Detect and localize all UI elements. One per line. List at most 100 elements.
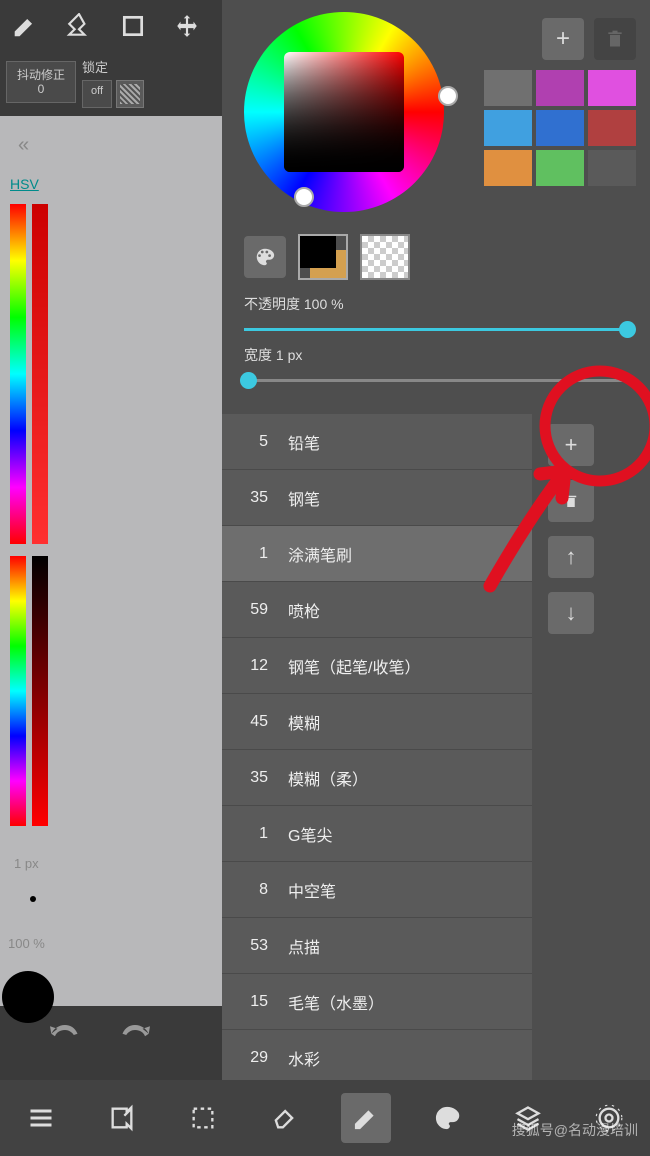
swatch[interactable] xyxy=(588,150,636,186)
opacity-value-label: 100 % xyxy=(8,936,45,951)
swatch[interactable] xyxy=(484,150,532,186)
swatch[interactable] xyxy=(588,70,636,106)
lock-alpha-button[interactable] xyxy=(116,80,144,108)
color-bars-upper xyxy=(10,204,48,544)
brush-name: 钢笔（起笔/收笔） xyxy=(288,654,516,678)
brush-dot-preview xyxy=(30,896,36,902)
palette-nav-button[interactable] xyxy=(422,1093,472,1143)
wheel-handle-outer[interactable] xyxy=(294,187,314,207)
brush-item[interactable]: 59喷枪 xyxy=(222,582,532,638)
fg-bg-preview[interactable] xyxy=(298,234,348,280)
brush-name: 喷枪 xyxy=(288,598,516,622)
correction-row: 抖动修正 0 锁定 off xyxy=(0,52,222,112)
move-down-button[interactable]: ↓ xyxy=(548,592,594,634)
correction-button[interactable]: 抖动修正 0 xyxy=(6,61,76,104)
swatch[interactable] xyxy=(536,70,584,106)
brush-size: 5 xyxy=(238,433,268,451)
brush-name: 模糊 xyxy=(288,710,516,734)
rect-tool-icon[interactable] xyxy=(116,9,150,43)
selection-button[interactable] xyxy=(178,1093,228,1143)
brush-section: 5 铅笔 35钢笔 1 涂满笔刷 59喷枪 12 钢笔（起笔/收笔） 45 模糊 35模糊（柔） 1 G… xyxy=(222,414,650,1084)
hue-bar[interactable] xyxy=(10,204,26,544)
move-up-button[interactable]: ↑ xyxy=(548,536,594,578)
brush-item[interactable]: 35钢笔 xyxy=(222,470,532,526)
delete-swatch-button[interactable] xyxy=(594,18,636,60)
hue-ring[interactable] xyxy=(244,12,444,212)
brush-name: 铅笔 xyxy=(288,430,516,454)
color-bars-lower xyxy=(10,556,48,826)
left-panel: 抖动修正 0 锁定 off « HSV 1 px 100 % xyxy=(0,0,222,1080)
pencil-tool-icon[interactable] xyxy=(8,9,42,43)
brush-item[interactable]: 15 毛笔（水墨） xyxy=(222,974,532,1030)
brush-item[interactable]: 29 水彩 xyxy=(222,1030,532,1084)
move-tool-icon[interactable] xyxy=(170,9,204,43)
hsv-link[interactable]: HSV xyxy=(10,176,39,192)
brush-item[interactable]: 1 G笔尖 xyxy=(222,806,532,862)
width-slider[interactable] xyxy=(244,379,628,382)
brush-size: 29 xyxy=(238,1049,268,1067)
brush-item[interactable]: 1 涂满笔刷 xyxy=(222,526,532,582)
brush-item[interactable]: 5 铅笔 xyxy=(222,414,532,470)
opacity-slider-thumb[interactable] xyxy=(619,321,636,338)
undo-button[interactable] xyxy=(50,1020,80,1045)
current-color-preview[interactable] xyxy=(2,971,54,1023)
brush-item[interactable]: 45 模糊 xyxy=(222,694,532,750)
swatch[interactable] xyxy=(588,110,636,146)
delete-brush-button[interactable] xyxy=(548,480,594,522)
brush-name: G笔尖 xyxy=(288,822,516,846)
brush-size: 1 xyxy=(238,545,268,563)
brush-list[interactable]: 5 铅笔 35钢笔 1 涂满笔刷 59喷枪 12 钢笔（起笔/收笔） 45 模糊 35模糊（柔） 1 G… xyxy=(222,414,532,1084)
hatch-icon xyxy=(120,84,140,104)
eraser-nav-button[interactable] xyxy=(259,1093,309,1143)
sv-square[interactable] xyxy=(284,52,404,172)
swatch[interactable] xyxy=(536,110,584,146)
brush-name: 点描 xyxy=(288,934,516,958)
brush-name: 水彩 xyxy=(288,1046,516,1070)
eraser-tool-icon[interactable] xyxy=(62,9,96,43)
bottom-nav xyxy=(0,1080,650,1156)
opacity-slider[interactable] xyxy=(244,328,628,331)
value-bar[interactable] xyxy=(32,556,48,826)
brush-size: 15 xyxy=(238,993,268,1011)
lock-off-button[interactable]: off xyxy=(82,80,112,108)
sat-bar[interactable] xyxy=(32,204,48,544)
brush-name: 中空笔 xyxy=(288,878,516,902)
brush-size: 45 xyxy=(238,713,268,731)
brush-item[interactable]: 35模糊（柔） xyxy=(222,750,532,806)
brush-side-buttons: + ↑ ↓ xyxy=(532,414,602,1084)
color-wheel[interactable] xyxy=(244,12,444,212)
brush-name: 涂满笔刷 xyxy=(288,542,516,566)
brush-item[interactable]: 12 钢笔（起笔/收笔） xyxy=(222,638,532,694)
brush-size: 1 xyxy=(238,825,268,843)
wheel-handle-inner[interactable] xyxy=(438,86,458,106)
brush-item[interactable]: 8中空笔 xyxy=(222,862,532,918)
transparency-preview[interactable] xyxy=(360,234,410,280)
swatch[interactable] xyxy=(484,70,532,106)
brush-name: 毛笔（水墨） xyxy=(288,990,516,1014)
correction-label: 抖动修正 xyxy=(17,68,65,82)
collapse-icon[interactable]: « xyxy=(18,134,29,157)
swatch-grid xyxy=(484,70,636,186)
brush-name: 模糊（柔） xyxy=(288,766,516,790)
add-swatch-button[interactable]: + xyxy=(542,18,584,60)
undo-redo xyxy=(50,1020,150,1045)
brush-item[interactable]: 53 点描 xyxy=(222,918,532,974)
brush-size-label: 1 px xyxy=(14,856,39,871)
spectrum-bar[interactable] xyxy=(10,556,26,826)
menu-button[interactable] xyxy=(16,1093,66,1143)
palette-button[interactable] xyxy=(244,236,286,278)
top-toolbar xyxy=(0,0,222,52)
width-slider-thumb[interactable] xyxy=(240,372,257,389)
swatch[interactable] xyxy=(536,150,584,186)
correction-value: 0 xyxy=(38,82,45,96)
slider-section: 不透明度 100 % 宽度 1 px xyxy=(222,284,650,406)
brush-nav-button[interactable] xyxy=(341,1093,391,1143)
add-brush-button[interactable]: + xyxy=(548,424,594,466)
brush-size: 53 xyxy=(238,937,268,955)
redo-button[interactable] xyxy=(120,1020,150,1045)
right-panel: + 不透明度 100 % 宽度 1 px 5 铅笔 35钢笔 1 涂满笔刷 59喷枪 12 钢… xyxy=(222,0,650,1080)
edit-button[interactable] xyxy=(97,1093,147,1143)
swatch[interactable] xyxy=(484,110,532,146)
brush-size: 12 xyxy=(238,657,268,675)
swatch-actions: + xyxy=(542,18,636,60)
